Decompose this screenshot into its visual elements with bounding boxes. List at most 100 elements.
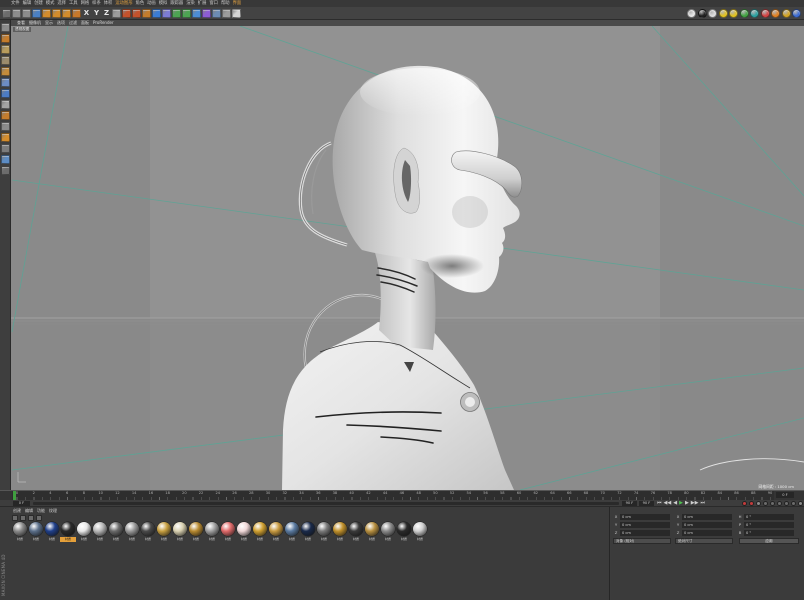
material-preview[interactable] xyxy=(93,522,107,536)
scale-icon[interactable] xyxy=(52,9,61,18)
coordinate-value-field[interactable]: 0 cm xyxy=(620,522,670,528)
axis-lock-z-button[interactable]: Z xyxy=(102,9,111,18)
autokey-icon[interactable] xyxy=(749,501,754,506)
material-preview[interactable] xyxy=(237,522,251,536)
light-icon[interactable] xyxy=(232,9,241,18)
material-item[interactable]: 材质 xyxy=(140,522,156,543)
material-item[interactable]: 材质 xyxy=(364,522,380,543)
material-item[interactable]: 材质 xyxy=(188,522,204,543)
next-key-icon[interactable]: ▶▶ xyxy=(691,500,699,507)
material-item[interactable]: 材质 xyxy=(236,522,252,543)
scale-key-icon[interactable] xyxy=(770,501,775,506)
end-frame-field[interactable]: 90 F xyxy=(639,501,654,506)
list-view-icon[interactable] xyxy=(36,515,42,521)
menu-item[interactable]: 跟踪器 xyxy=(170,0,183,7)
next-frame-icon[interactable]: ▶ xyxy=(685,500,689,507)
axis-lock-y-button[interactable]: Y xyxy=(92,9,101,18)
menu-item[interactable]: 运动图形 xyxy=(115,0,132,7)
material-item[interactable]: 材质 xyxy=(108,522,124,543)
material-item[interactable]: 材质 xyxy=(28,522,44,543)
record-active-icon[interactable] xyxy=(742,501,747,506)
viewport-menu-item[interactable]: 选项 xyxy=(57,20,65,26)
material-item[interactable]: 材质 xyxy=(12,522,28,543)
globe-icon[interactable] xyxy=(792,9,801,18)
material-menu-item[interactable]: 编辑 xyxy=(25,508,33,514)
menu-item[interactable]: 模式 xyxy=(46,0,55,7)
model-mode-icon[interactable] xyxy=(1,34,10,43)
viewport[interactable]: 查看 摄像机 显示 选项 过滤 面板 ProRender 透视视图 网格间距 : 1000 … xyxy=(11,20,804,490)
material-preview[interactable] xyxy=(301,522,315,536)
timeline-icon[interactable] xyxy=(798,501,803,506)
material-item[interactable]: 材质 xyxy=(380,522,396,543)
point-key-icon[interactable] xyxy=(791,501,796,506)
material-preview[interactable] xyxy=(29,522,43,536)
material-preview[interactable] xyxy=(253,522,267,536)
menu-item[interactable]: 文件 xyxy=(11,0,20,7)
material-menu-item[interactable]: 创建 xyxy=(13,508,21,514)
render-picture-viewer-icon[interactable] xyxy=(132,9,141,18)
coordinate-value-field[interactable]: 0 ° xyxy=(744,530,794,536)
undo-icon[interactable] xyxy=(12,9,21,18)
material-item[interactable]: 材质 xyxy=(124,522,140,543)
material-preview[interactable] xyxy=(317,522,331,536)
floor-icon[interactable] xyxy=(212,9,221,18)
material-item[interactable]: 材质 xyxy=(156,522,172,543)
rotation-key-icon[interactable] xyxy=(777,501,782,506)
keyframe-selection-icon[interactable] xyxy=(756,501,761,506)
lock-icon[interactable] xyxy=(697,9,707,18)
material-item[interactable]: 材质 xyxy=(316,522,332,543)
goto-end-icon[interactable]: ⏭ xyxy=(701,500,706,507)
flame-icon[interactable] xyxy=(771,9,780,18)
menu-item[interactable]: 窗口 xyxy=(209,0,218,7)
viewport-menu-item[interactable]: ProRender xyxy=(93,20,114,26)
nodes-icon[interactable] xyxy=(750,9,759,18)
material-item[interactable]: 材质 xyxy=(412,522,428,543)
coordinate-system-icon[interactable] xyxy=(112,9,121,18)
material-preview[interactable] xyxy=(381,522,395,536)
new-material-icon[interactable] xyxy=(12,515,18,521)
axis-mode-icon[interactable] xyxy=(1,100,10,109)
material-item[interactable]: 材质 xyxy=(300,522,316,543)
material-item[interactable]: 材质 xyxy=(348,522,364,543)
material-item[interactable]: 材质 xyxy=(252,522,268,543)
gear-icon[interactable] xyxy=(729,9,738,18)
menu-item[interactable]: 界面 xyxy=(233,0,242,7)
pen-icon[interactable] xyxy=(162,9,171,18)
material-preview[interactable] xyxy=(365,522,379,536)
coordinate-value-field[interactable]: 0 ° xyxy=(744,514,794,520)
quantize-icon[interactable] xyxy=(1,166,10,175)
viewport-menu-item[interactable]: 摄像机 xyxy=(29,20,41,26)
material-item[interactable]: 材质 xyxy=(172,522,188,543)
viewport-scene[interactable] xyxy=(11,20,804,490)
viewport-menu-item[interactable]: 显示 xyxy=(45,20,53,26)
material-item[interactable]: 材质 xyxy=(92,522,108,543)
material-preview[interactable] xyxy=(285,522,299,536)
start-frame-field[interactable]: 0 F xyxy=(13,501,30,506)
coordinate-value-field[interactable]: 0 cm xyxy=(620,530,670,536)
timeline-ruler[interactable] xyxy=(12,491,774,500)
viewport-menu-item[interactable]: 过滤 xyxy=(69,20,77,26)
move-icon[interactable] xyxy=(42,9,51,18)
coordinate-value-field[interactable]: 0 cm xyxy=(620,514,670,520)
previous-frame-icon[interactable]: ◀ xyxy=(673,500,677,507)
size-mode-dropdown[interactable]: 绝对尺寸 xyxy=(675,538,733,544)
material-preview[interactable] xyxy=(45,522,59,536)
make-editable-icon[interactable] xyxy=(1,23,10,32)
material-preview[interactable] xyxy=(189,522,203,536)
workplane-icon[interactable] xyxy=(1,56,10,65)
coordinate-value-field[interactable]: 0 ° xyxy=(744,522,794,528)
palette-icon[interactable] xyxy=(739,9,749,18)
grid-view-icon[interactable] xyxy=(20,515,26,521)
material-preview[interactable] xyxy=(109,522,123,536)
previous-key-icon[interactable]: ◀◀ xyxy=(664,500,672,507)
material-preview[interactable] xyxy=(221,522,235,536)
preview-range-slider[interactable] xyxy=(33,502,619,505)
viewport-menu-item[interactable]: 面板 xyxy=(81,20,89,26)
points-mode-icon[interactable] xyxy=(1,67,10,76)
render-settings-icon[interactable] xyxy=(142,9,151,18)
material-item[interactable]: 材质 xyxy=(268,522,284,543)
redo-icon[interactable] xyxy=(22,9,31,18)
material-item[interactable]: 材质 xyxy=(44,522,60,543)
material-item[interactable]: 材质 xyxy=(332,522,348,543)
play-icon[interactable]: ▶ xyxy=(679,500,683,507)
